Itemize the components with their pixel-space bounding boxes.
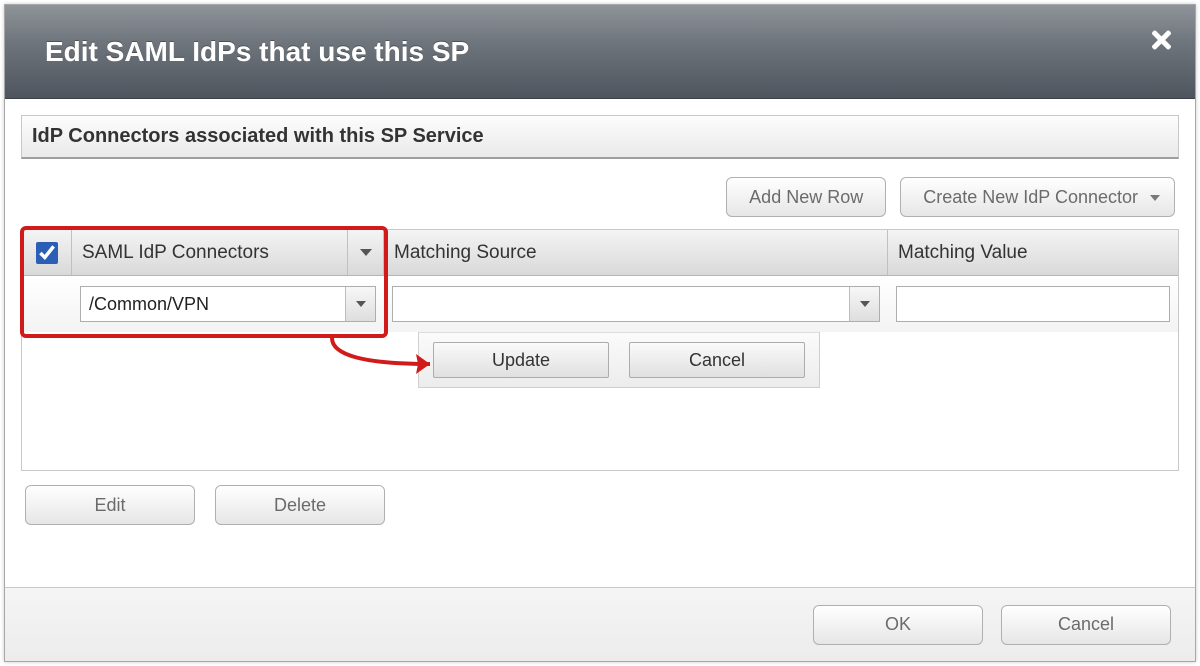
- section-heading: IdP Connectors associated with this SP S…: [21, 115, 1179, 159]
- create-idp-connector-button[interactable]: Create New IdP Connector: [900, 177, 1175, 217]
- delete-button[interactable]: Delete: [215, 485, 385, 525]
- row-cancel-button[interactable]: Cancel: [629, 342, 805, 378]
- matching-source-input[interactable]: [393, 287, 849, 321]
- dialog-title: Edit SAML IdPs that use this SP: [45, 36, 469, 68]
- connectors-table: SAML IdP Connectors Matching Source Matc…: [21, 229, 1179, 471]
- chevron-down-icon[interactable]: [849, 287, 879, 321]
- idp-connector-input[interactable]: [81, 287, 345, 321]
- table-header-row: SAML IdP Connectors Matching Source Matc…: [22, 230, 1178, 276]
- row-value-cell: [888, 276, 1178, 332]
- column-header-connectors[interactable]: SAML IdP Connectors: [72, 230, 384, 275]
- column-header-connectors-label: SAML IdP Connectors: [82, 242, 269, 264]
- row-source-cell: [384, 276, 888, 332]
- update-button[interactable]: Update: [433, 342, 609, 378]
- cancel-button[interactable]: Cancel: [1001, 605, 1171, 645]
- action-bar: Add New Row Create New IdP Connector: [21, 177, 1179, 217]
- column-header-value[interactable]: Matching Value: [888, 230, 1178, 275]
- select-all-checkbox[interactable]: [36, 242, 58, 264]
- bottom-actions: Edit Delete: [21, 485, 1179, 525]
- matching-value-input[interactable]: [896, 286, 1170, 322]
- matching-source-select[interactable]: [392, 286, 880, 322]
- table-row: [22, 276, 1178, 332]
- sort-connectors-icon[interactable]: [347, 230, 383, 275]
- row-checkbox-cell: [22, 276, 72, 332]
- ok-button[interactable]: OK: [813, 605, 983, 645]
- header-checkbox-cell: [22, 230, 72, 275]
- close-icon[interactable]: [1147, 27, 1173, 53]
- row-actions-panel: Update Cancel: [418, 332, 820, 388]
- dialog-body: IdP Connectors associated with this SP S…: [5, 99, 1195, 587]
- dialog: Edit SAML IdPs that use this SP IdP Conn…: [4, 4, 1196, 662]
- dialog-footer: OK Cancel: [5, 587, 1195, 661]
- chevron-down-icon[interactable]: [345, 287, 375, 321]
- titlebar: Edit SAML IdPs that use this SP: [5, 5, 1195, 99]
- row-connector-cell: [72, 276, 384, 332]
- edit-button[interactable]: Edit: [25, 485, 195, 525]
- column-header-source[interactable]: Matching Source: [384, 230, 888, 275]
- add-new-row-button[interactable]: Add New Row: [726, 177, 886, 217]
- idp-connector-select[interactable]: [80, 286, 376, 322]
